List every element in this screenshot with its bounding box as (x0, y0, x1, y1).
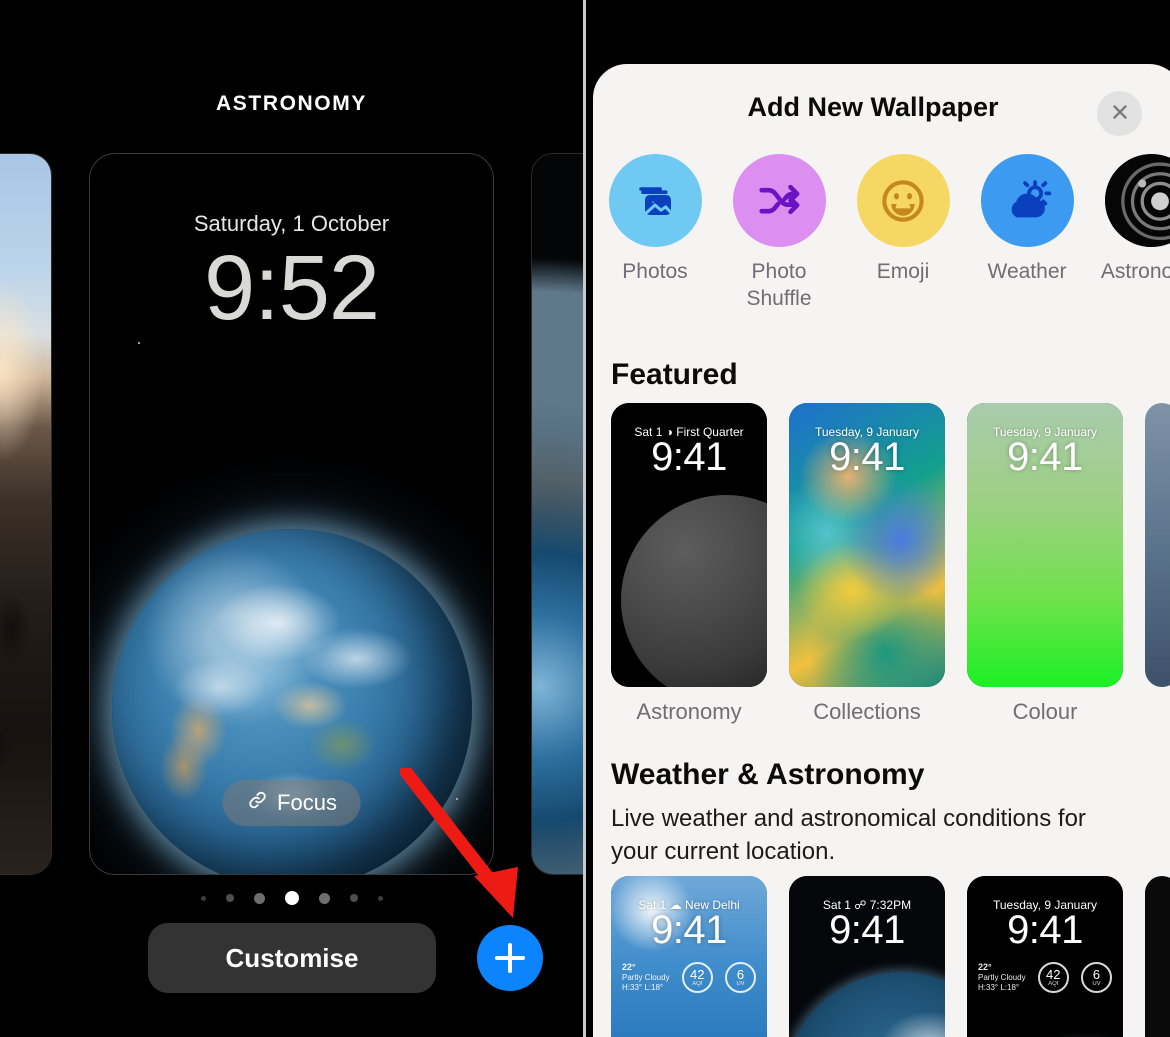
wallpaper-thumbnail[interactable]: Sat 1 ☍ 7:32PM 9:41 (789, 876, 945, 1037)
star-dot (456, 798, 458, 800)
page-dot[interactable] (225, 894, 234, 902)
featured-row[interactable]: Sat 1 ◑ First Quarter 9:41 Astronomy Tue… (611, 403, 1170, 725)
category-weather[interactable]: Weather (965, 154, 1089, 312)
weather-item-partial[interactable] (1145, 876, 1170, 1037)
star-dot (138, 342, 140, 344)
wallpaper-name: Collections (813, 699, 921, 724)
thumb-time: 9:41 (829, 908, 905, 952)
aqi-ring-widget: 42 AQI (681, 962, 713, 993)
thumb-time: 9:41 (651, 908, 727, 952)
wallpaper-thumbnail[interactable]: Sat 1 ☁ New Delhi 9:41 22° Partly Cloudy… (611, 876, 767, 1037)
aqi-value: 42 (690, 967, 705, 982)
weather-item-earth-dark[interactable]: Tuesday, 9 January 9:41 22° Partly Cloud… (967, 876, 1123, 1037)
aqi-value: 42 (1046, 967, 1061, 982)
featured-item-colour[interactable]: Tuesday, 9 January 9:41 Colour (967, 403, 1123, 725)
uv-value: 6 (736, 967, 745, 982)
weather-condition: Partly Cloudy (622, 973, 670, 982)
uv-value: 6 (1092, 967, 1101, 982)
weather-astronomy-subtitle: Live weather and astronomical conditions… (611, 805, 1086, 865)
wallpaper-set-title: ASTRONOMY (216, 92, 367, 115)
category-label: Emoji (876, 260, 930, 283)
weather-condition: Partly Cloudy (978, 973, 1026, 982)
sheet-title: Add New Wallpaper (747, 92, 999, 122)
astronomy-orbit-icon (1104, 154, 1170, 247)
category-astronomy[interactable]: Astronomy (1089, 154, 1170, 312)
add-wallpaper-panel: Add New Wallpaper Photos Photo Shuffle E… (583, 0, 1170, 1037)
category-label: Photo Shuffle (746, 260, 812, 310)
wallpaper-name: Astronomy (636, 699, 742, 724)
close-icon (1109, 101, 1131, 126)
lock-screen-time: 9:52 (203, 237, 380, 339)
category-label: Astronomy (1100, 260, 1170, 283)
shuffle-icon (732, 154, 826, 247)
thumb-time: 9:41 (829, 435, 905, 479)
add-wallpaper-button[interactable] (477, 925, 543, 991)
weather-cloud-sun-icon (980, 154, 1074, 247)
thumb-time: 9:41 (1007, 908, 1083, 952)
wallpaper-category-strip[interactable]: Photos Photo Shuffle Emoji Weather Astro… (593, 154, 1170, 312)
uv-unit: UV (736, 981, 745, 987)
add-new-wallpaper-sheet: Add New Wallpaper Photos Photo Shuffle E… (593, 64, 1170, 1037)
weather-astronomy-row[interactable]: Sat 1 ☁ New Delhi 9:41 22° Partly Cloudy… (611, 876, 1170, 1037)
thumb-time: 9:41 (1007, 435, 1083, 479)
photo-wallpaper-desert (0, 154, 51, 874)
wallpaper-name: Colour (1012, 699, 1078, 724)
weather-temp: 22° (978, 962, 992, 972)
weather-temp: 22° (622, 962, 636, 972)
astronomy-earth-closeup (532, 154, 583, 874)
aqi-unit: AQI (1048, 981, 1059, 987)
aqi-unit: AQI (692, 981, 703, 987)
weather-item-sunset[interactable]: Sat 1 ☍ 7:32PM 9:41 (789, 876, 945, 1037)
featured-item-partial[interactable] (1145, 403, 1170, 687)
lock-screen-switcher-panel: ASTRONOMY Saturday, 1 October 9:52 Focus… (0, 0, 583, 1037)
screenshot-root: ASTRONOMY Saturday, 1 October 9:52 Focus… (0, 0, 1170, 1037)
page-dot[interactable] (253, 892, 265, 904)
wallpaper-card-previous[interactable] (0, 153, 52, 875)
thumb-widgets: 22° Partly Cloudy H:33° L:18° 42 AQI 6 U… (611, 962, 767, 993)
uv-ring-widget: 6 UV (1080, 962, 1112, 993)
active-lock-screen-preview[interactable]: Saturday, 1 October 9:52 Focus (89, 153, 494, 875)
featured-item-collections[interactable]: Tuesday, 9 January 9:41 Collections (789, 403, 945, 725)
page-dot[interactable] (349, 894, 358, 902)
uv-ring-widget: 6 UV (724, 962, 756, 993)
featured-heading: Featured (611, 358, 738, 391)
aqi-ring-widget: 42 AQI (1037, 962, 1069, 993)
page-dot-active[interactable] (284, 891, 299, 905)
page-dot[interactable] (200, 895, 206, 901)
focus-pill-button[interactable]: Focus (222, 780, 361, 826)
page-indicator-dots[interactable] (0, 891, 583, 905)
category-photo-shuffle[interactable]: Photo Shuffle (717, 154, 841, 312)
page-dot[interactable] (377, 895, 383, 901)
weather-astronomy-heading: Weather & Astronomy (611, 758, 925, 791)
category-label: Weather (987, 260, 1067, 283)
panel-divider (583, 0, 586, 1037)
category-photos[interactable]: Photos (593, 154, 717, 312)
focus-label: Focus (277, 790, 337, 815)
weather-hilo: H:33° L:18° (978, 983, 1020, 992)
emoji-smiley-icon (856, 154, 950, 247)
wallpaper-thumbnail[interactable]: Tuesday, 9 January 9:41 22° Partly Cloud… (967, 876, 1123, 1037)
customise-button[interactable]: Customise (148, 923, 436, 993)
photos-icon (608, 154, 702, 247)
thumb-time: 9:41 (651, 435, 727, 479)
category-label: Photos (622, 260, 688, 283)
link-icon (246, 789, 268, 817)
weather-hilo: H:33° L:18° (622, 983, 664, 992)
featured-item-astronomy[interactable]: Sat 1 ◑ First Quarter 9:41 Astronomy (611, 403, 767, 725)
lock-screen-date: Saturday, 1 October (193, 211, 390, 236)
wallpaper-thumbnail[interactable]: Tuesday, 9 January 9:41 (967, 403, 1123, 687)
wallpaper-card-next[interactable] (531, 153, 583, 875)
close-button[interactable] (1097, 91, 1142, 136)
wallpaper-thumbnail[interactable]: Tuesday, 9 January 9:41 (789, 403, 945, 687)
page-dot[interactable] (318, 892, 330, 904)
weather-widget: 22° Partly Cloudy H:33° L:18° (622, 962, 670, 993)
thumb-widgets: 22° Partly Cloudy H:33° L:18° 42 AQI 6 U… (967, 962, 1123, 993)
category-emoji[interactable]: Emoji (841, 154, 965, 312)
weather-widget: 22° Partly Cloudy H:33° L:18° (978, 962, 1026, 993)
wallpaper-thumbnail[interactable]: Sat 1 ◑ First Quarter 9:41 (611, 403, 767, 687)
weather-item-new-delhi[interactable]: Sat 1 ☁ New Delhi 9:41 22° Partly Cloudy… (611, 876, 767, 1037)
uv-unit: UV (1092, 981, 1101, 987)
